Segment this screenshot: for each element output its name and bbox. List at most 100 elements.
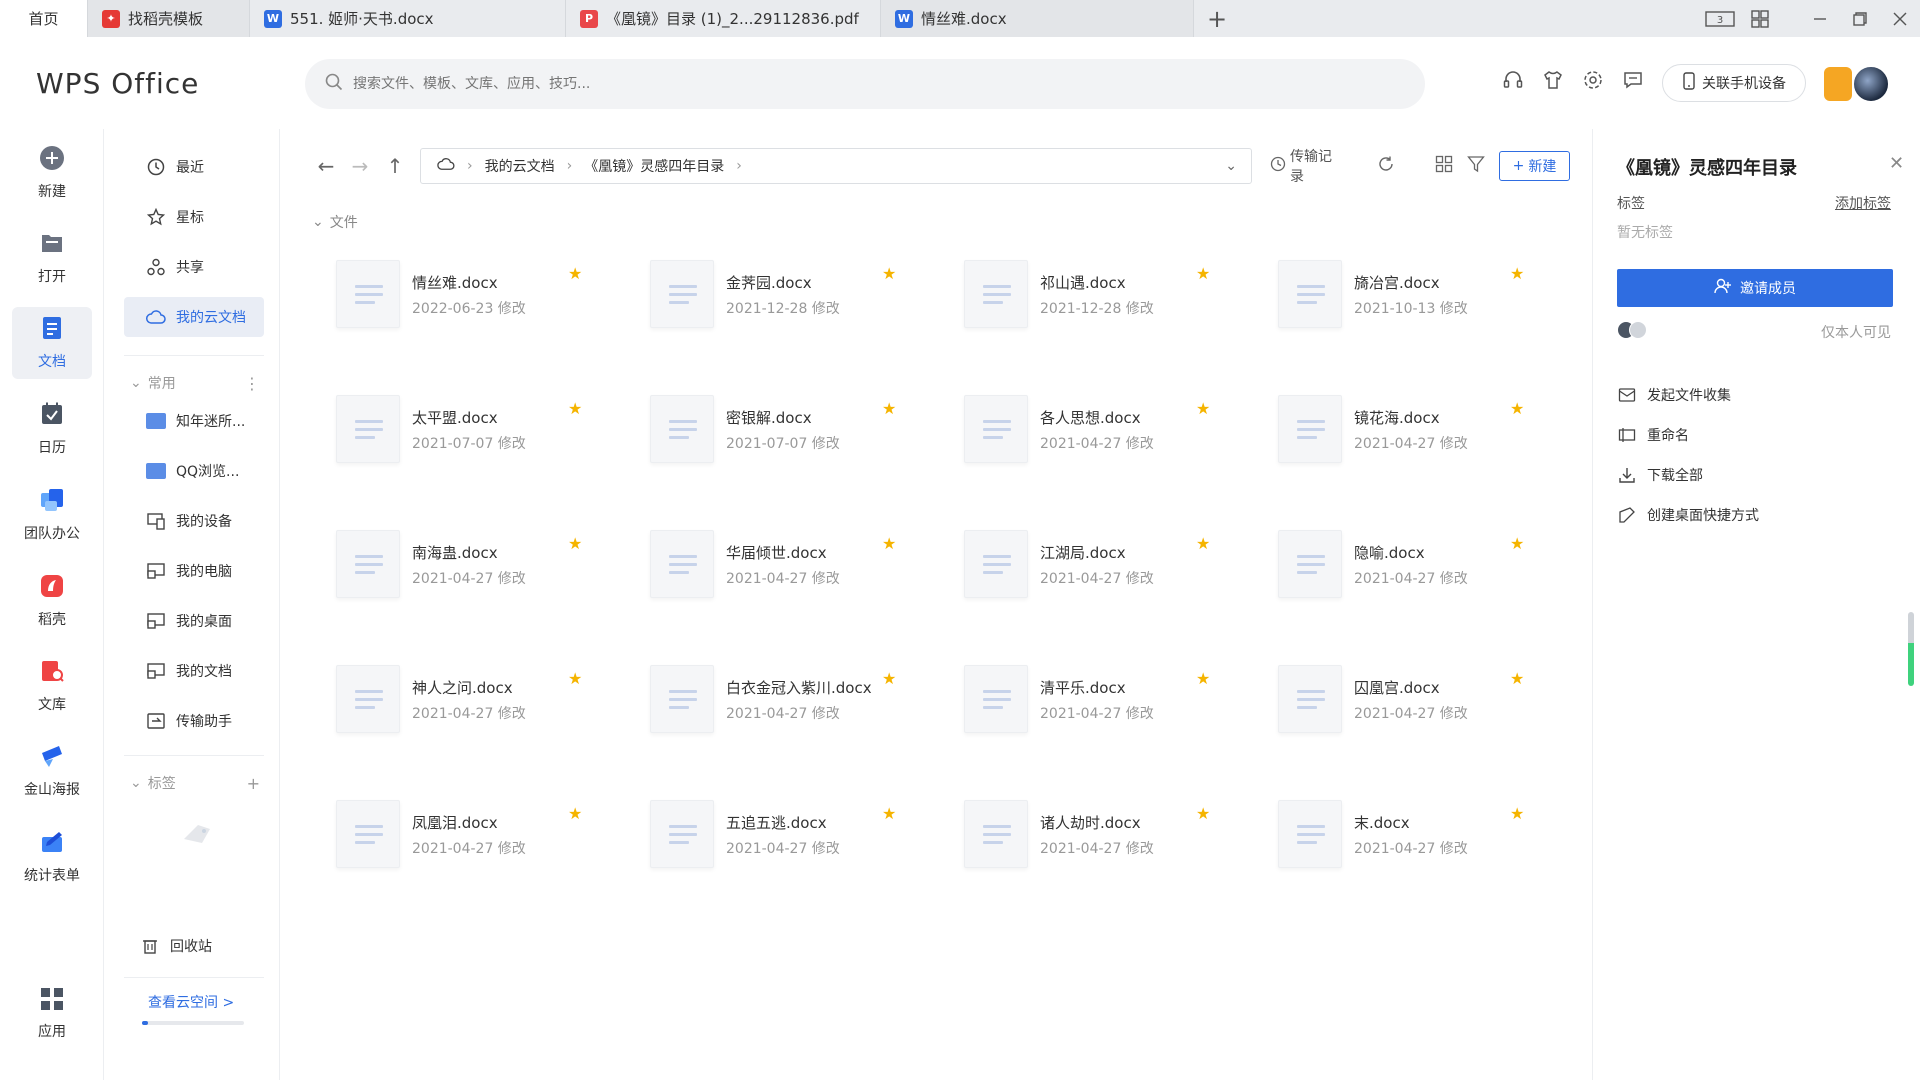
file-card[interactable]: 末.docx 2021-04-27 修改 ★ [1278,800,1578,880]
nav-folder-1[interactable]: 知年迷所... [124,401,264,441]
star-icon[interactable]: ★ [882,669,896,688]
rail-calendar[interactable]: 日历 [12,393,92,465]
star-icon[interactable]: ★ [1510,804,1524,823]
refresh-icon[interactable] [1377,155,1395,177]
file-card[interactable]: 镜花海.docx 2021-04-27 修改 ★ [1278,395,1578,475]
star-icon[interactable]: ★ [1510,264,1524,283]
rail-team-office[interactable]: 团队办公 [12,479,92,551]
breadcrumb-item[interactable]: 《凰镜》灵感四年目录 [584,156,724,176]
star-icon[interactable]: ★ [1510,534,1524,553]
headset-icon[interactable] [1500,67,1526,93]
close-panel-icon[interactable]: ✕ [1889,153,1904,174]
add-tag-link[interactable]: 添加标签 [1835,193,1891,213]
nav-my-devices[interactable]: 我的设备 [124,501,264,541]
rail-apps[interactable]: 应用 [12,978,92,1050]
rail-poster[interactable]: 金山海报 [12,735,92,807]
file-card[interactable]: 江湖局.docx 2021-04-27 修改 ★ [964,530,1264,610]
new-tab-button[interactable]: + [1194,0,1240,37]
multi-window-icon[interactable]: 3 [1700,0,1740,37]
nav-transfer[interactable]: 传输助手 [124,701,264,741]
nav-section-common[interactable]: ⌄ 常用 ⋮ [130,373,260,393]
vip-crown-icon[interactable] [1824,67,1852,101]
download-all-action[interactable]: 下载全部 [1617,461,1703,489]
star-icon[interactable]: ★ [1196,534,1210,553]
filter-icon[interactable] [1467,155,1485,177]
rail-open[interactable]: 打开 [12,222,92,294]
file-card[interactable]: 凤凰泪.docx 2021-04-27 修改 ★ [336,800,636,880]
file-card[interactable]: 太平盟.docx 2021-07-07 修改 ★ [336,395,636,475]
rename-action[interactable]: 重命名 [1617,421,1689,449]
star-icon[interactable]: ★ [568,264,582,283]
nav-starred[interactable]: 星标 [124,197,264,237]
nav-section-tags[interactable]: ⌄ 标签 + [130,773,260,793]
file-card[interactable]: 诸人劫时.docx 2021-04-27 修改 ★ [964,800,1264,880]
file-card[interactable]: 神人之问.docx 2021-04-27 修改 ★ [336,665,636,745]
files-section-header[interactable]: ⌄ 文件 [312,212,358,232]
nav-my-docs[interactable]: 我的文档 [124,651,264,691]
star-icon[interactable]: ★ [1510,669,1524,688]
link-phone-button[interactable]: 关联手机设备 [1662,64,1806,102]
collect-files-action[interactable]: 发起文件收集 [1617,381,1731,409]
file-card[interactable]: 五追五逃.docx 2021-04-27 修改 ★ [650,800,950,880]
file-card[interactable]: 金荠园.docx 2021-12-28 修改 ★ [650,260,950,340]
invite-members-button[interactable]: 邀请成员 [1617,269,1893,307]
tab-doc-1[interactable]: W 551. 姬师·天书.docx [250,0,566,37]
star-icon[interactable]: ★ [882,804,896,823]
star-icon[interactable]: ★ [568,399,582,418]
chevron-down-icon[interactable]: ⌄ [1225,158,1237,174]
file-card[interactable]: 囚凰宫.docx 2021-04-27 修改 ★ [1278,665,1578,745]
breadcrumb-item[interactable]: 我的云文档 [485,156,555,176]
star-icon[interactable]: ★ [568,669,582,688]
file-card[interactable]: 情丝难.docx 2022-06-23 修改 ★ [336,260,636,340]
search-box[interactable] [305,59,1425,109]
nav-shared[interactable]: 共享 [124,247,264,287]
settings-gear-icon[interactable] [1580,67,1606,93]
star-icon[interactable]: ★ [1196,804,1210,823]
star-icon[interactable]: ★ [882,534,896,553]
star-icon[interactable]: ★ [1196,264,1210,283]
rail-forms[interactable]: 统计表单 [12,821,92,893]
rail-documents[interactable]: 文档 [12,307,92,379]
message-icon[interactable] [1620,67,1646,93]
skin-shirt-icon[interactable] [1540,67,1566,93]
star-icon[interactable]: ★ [568,534,582,553]
file-card[interactable]: 旖冶宫.docx 2021-10-13 修改 ★ [1278,260,1578,340]
desktop-shortcut-action[interactable]: 创建桌面快捷方式 [1617,501,1759,529]
file-card[interactable]: 清平乐.docx 2021-04-27 修改 ★ [964,665,1264,745]
nav-folder-2[interactable]: QQ浏览... [124,451,264,491]
user-avatar[interactable] [1852,65,1890,103]
new-button[interactable]: + 新建 [1498,151,1570,181]
close-icon[interactable] [1880,0,1920,37]
up-arrow-icon[interactable]: ↑ [380,151,410,181]
file-card[interactable]: 祁山遇.docx 2021-12-28 修改 ★ [964,260,1264,340]
file-card[interactable]: 隐喻.docx 2021-04-27 修改 ★ [1278,530,1578,610]
nav-recent[interactable]: 最近 [124,147,264,187]
back-arrow-icon[interactable]: ← [311,151,341,181]
star-icon[interactable]: ★ [1510,399,1524,418]
tab-doc-2[interactable]: W 情丝难.docx [881,0,1194,37]
nav-recycle-bin[interactable]: 回收站 [124,926,264,966]
nav-my-computer[interactable]: 我的电脑 [124,551,264,591]
member-avatars[interactable] [1617,321,1647,339]
star-icon[interactable]: ★ [882,264,896,283]
file-card[interactable]: 华届倾世.docx 2021-04-27 修改 ★ [650,530,950,610]
view-grid-icon[interactable] [1435,155,1453,177]
tab-docer[interactable]: ✦ 找稻壳模板 [88,0,250,37]
star-icon[interactable]: ★ [568,804,582,823]
nav-my-desktop[interactable]: 我的桌面 [124,601,264,641]
transfer-log-button[interactable]: 传输记录 [1270,146,1345,186]
more-vertical-icon[interactable]: ⋮ [244,374,260,393]
file-card[interactable]: 各人思想.docx 2021-04-27 修改 ★ [964,395,1264,475]
scrollbar[interactable] [1908,612,1914,686]
nav-my-cloud-docs[interactable]: 我的云文档 [124,297,264,337]
rail-docer[interactable]: 稻壳 [12,565,92,637]
path-bar[interactable]: › 我的云文档 › 《凰镜》灵感四年目录 › ⌄ [420,148,1252,184]
minimize-icon[interactable] [1800,0,1840,37]
star-icon[interactable]: ★ [882,399,896,418]
rail-library[interactable]: 文库 [12,650,92,722]
file-card[interactable]: 白衣金冠入紫川.docx 2021-04-27 修改 ★ [650,665,950,745]
tab-home[interactable]: 首页 [0,0,88,37]
star-icon[interactable]: ★ [1196,669,1210,688]
file-card[interactable]: 南海蛊.docx 2021-04-27 修改 ★ [336,530,636,610]
rail-new[interactable]: 新建 [12,137,92,209]
